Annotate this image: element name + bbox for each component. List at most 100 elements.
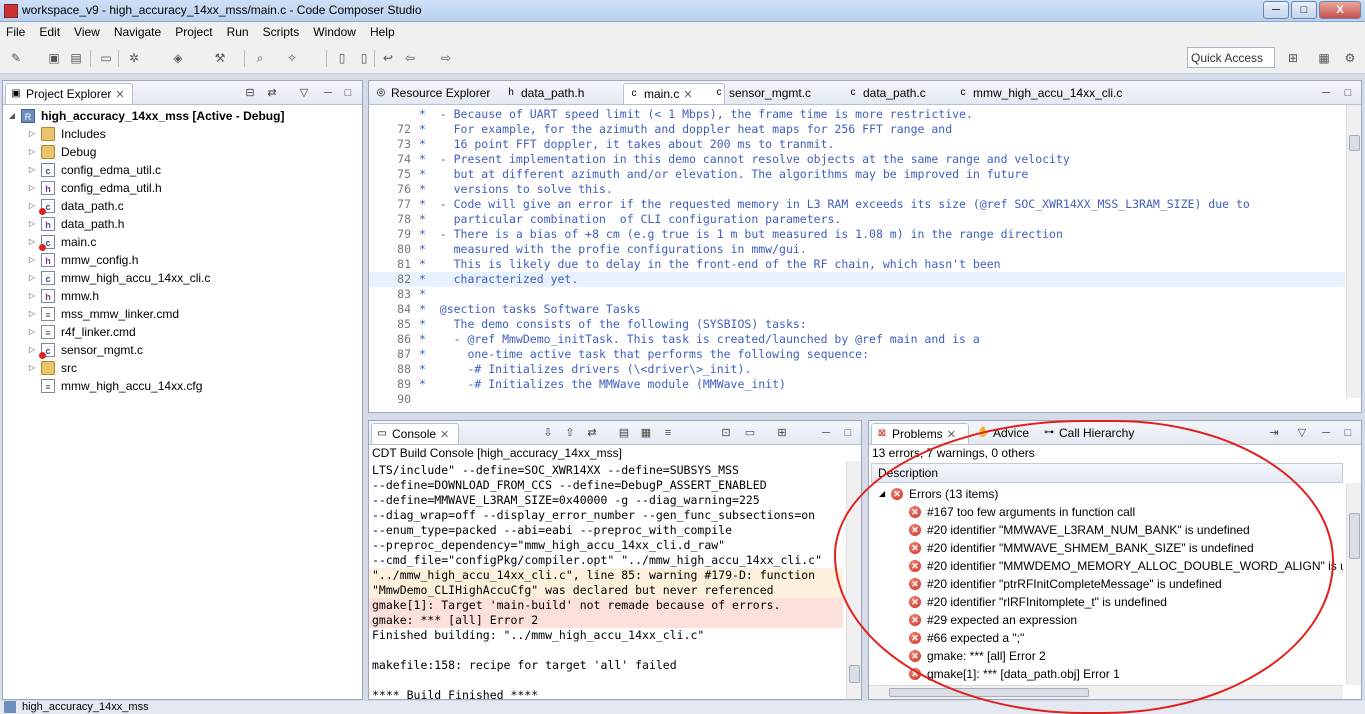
code-line[interactable]: 79 * - There is a bias of +8 cm (e.g true… [369, 227, 1345, 242]
last-edit-icon[interactable]: ↩ [380, 50, 396, 66]
tree-item[interactable]: ▷ h data_path.h [3, 215, 362, 233]
code-line[interactable]: 83 * [369, 287, 1345, 302]
tree-item[interactable]: ▷ Debug [3, 143, 362, 161]
tree-item[interactable]: ▷ c config_edma_util.c [3, 161, 362, 179]
tab-problems[interactable]: ⊠ Problems ✕ [871, 423, 969, 444]
pin-icon[interactable]: ▯ [334, 50, 350, 66]
tree-item[interactable]: ▷ src [3, 359, 362, 377]
code-line[interactable]: 86 * - @ref MmwDemo_initTask. This task i… [369, 332, 1345, 347]
code-line[interactable]: 84 * @section tasks Software Tasks [369, 302, 1345, 317]
problem-row[interactable]: ✕ #20 identifier "rlRFInitomplete_t" is u… [869, 593, 1343, 611]
minimize-view-icon[interactable]: ─ [321, 86, 335, 100]
maximize-button[interactable]: □ [1291, 1, 1317, 19]
close-icon[interactable]: ✕ [440, 429, 449, 441]
close-button[interactable]: X [1319, 1, 1361, 19]
view-menu-icon[interactable]: ▽ [297, 86, 311, 100]
terminal-icon[interactable]: ▭ [98, 50, 114, 66]
problem-row[interactable]: ✕ #66 expected a ";" [869, 629, 1343, 647]
open-perspective-icon[interactable]: ⊞ [1285, 50, 1301, 66]
tree-item[interactable]: ≡ mmw_high_accu_14xx.cfg [3, 377, 362, 395]
code-line[interactable]: 89 * -# Initializes the MMWave module (MM… [369, 377, 1345, 392]
tab-console[interactable]: ▭ Console ✕ [371, 423, 459, 444]
menu-run[interactable]: Run [227, 25, 249, 39]
save-all-icon[interactable]: ▤ [68, 50, 84, 66]
build-hammer-icon[interactable]: ⚒ [212, 50, 228, 66]
forward-arrow-icon[interactable]: ⇨ [438, 50, 454, 66]
code-line[interactable]: 81 * This is likely due to delay in the f… [369, 257, 1345, 272]
open-console-icon[interactable]: ⊞ [775, 426, 789, 440]
collapse-all-icon[interactable]: ⊟ [243, 86, 257, 100]
minimize-view-icon[interactable]: ─ [819, 426, 833, 440]
back-arrow-icon[interactable]: ⇦ [402, 50, 418, 66]
close-icon[interactable]: ✕ [683, 89, 692, 101]
problem-row[interactable]: ✕ #20 identifier "MMWAVE_SHMEM_BANK_SIZE"… [869, 539, 1343, 557]
search-icon[interactable]: ⌕ [252, 50, 268, 66]
code-line[interactable]: 77 * - Code will give an error if the req… [369, 197, 1345, 212]
code-line[interactable]: * - Because of UART speed limit (< 1 Mbp… [369, 107, 1345, 122]
console-scrollbar[interactable] [846, 461, 861, 699]
code-line[interactable]: 74 * - Present implementation in this dem… [369, 152, 1345, 167]
minimize-view-icon[interactable]: ─ [1319, 426, 1333, 440]
code-line[interactable]: 75 * but at different azimuth and/or elev… [369, 167, 1345, 182]
quick-access-input[interactable]: Quick Access [1187, 47, 1275, 68]
expand-arrow-icon[interactable]: ▷ [27, 179, 37, 197]
problem-row[interactable]: ✕ #29 expected an expression [869, 611, 1343, 629]
tree-item[interactable]: ▷ h mmw_config.h [3, 251, 362, 269]
perspective-edit-icon[interactable]: ▦ [1316, 50, 1332, 66]
menu-edit[interactable]: Edit [39, 25, 60, 39]
maximize-view-icon[interactable]: □ [341, 86, 355, 100]
expand-arrow-icon[interactable]: ▷ [27, 323, 37, 341]
focus-icon[interactable]: ⇥ [1267, 426, 1281, 440]
tab-advice[interactable]: ✋ Advice [973, 423, 1039, 444]
scroll-thumb[interactable] [1349, 135, 1360, 151]
editor-scrollbar[interactable] [1346, 105, 1361, 398]
view-menu-icon[interactable]: ▽ [1295, 426, 1309, 440]
tree-item[interactable]: ▷ Includes [3, 125, 362, 143]
problem-row[interactable]: ✕ gmake: *** [all] Error 2 [869, 647, 1343, 665]
link-editor-icon[interactable]: ⇄ [265, 86, 279, 100]
code-line[interactable]: 87 * one-time active task that performs t… [369, 347, 1345, 362]
menu-help[interactable]: Help [370, 25, 395, 39]
hscroll-thumb[interactable] [889, 688, 1089, 697]
expand-arrow-icon[interactable]: ▷ [27, 125, 37, 143]
minimize-view-icon[interactable]: ─ [1319, 86, 1333, 100]
debug-icon[interactable]: ✲ [126, 50, 142, 66]
problem-row[interactable]: ✕ #167 too few arguments in function call [869, 503, 1343, 521]
expand-arrow-icon[interactable]: ▷ [27, 287, 37, 305]
tree-item[interactable]: ▷ h config_edma_util.h [3, 179, 362, 197]
problem-row[interactable]: ✕ #20 identifier "ptrRFInitCompleteMessag… [869, 575, 1343, 593]
save-icon[interactable]: ▣ [46, 50, 62, 66]
description-column-header[interactable]: Description [871, 463, 1343, 483]
new-icon[interactable]: ✎ [8, 50, 24, 66]
problems-scrollbar[interactable] [1346, 483, 1361, 685]
menu-window[interactable]: Window [313, 25, 356, 39]
tab-cli-c[interactable]: c mmw_high_accu_14xx_cli.c [953, 83, 1123, 104]
problem-row[interactable]: ✕ #20 identifier "MMWDEMO_MEMORY_ALLOC_DO… [869, 557, 1343, 575]
tab-call-hierarchy[interactable]: ⊶ Call Hierarchy [1039, 423, 1139, 444]
page-icon[interactable]: ▯ [356, 50, 372, 66]
clear-console-icon[interactable]: ▦ [639, 426, 653, 440]
menu-navigate[interactable]: Navigate [114, 25, 161, 39]
next-error-icon[interactable]: ⇩ [541, 426, 555, 440]
minimize-button[interactable]: ─ [1263, 1, 1289, 19]
flash-icon[interactable]: ◈ [170, 50, 186, 66]
maximize-view-icon[interactable]: □ [1341, 86, 1355, 100]
tree-item[interactable]: ▷ c sensor_mgmt.c [3, 341, 362, 359]
tree-item[interactable]: ▷ c main.c [3, 233, 362, 251]
pin-console-icon[interactable]: ⊡ [719, 426, 733, 440]
expand-arrow-icon[interactable]: ▷ [27, 251, 37, 269]
maximize-view-icon[interactable]: □ [841, 426, 855, 440]
problem-row[interactable]: ✕ gmake[1]: *** [data_path.obj] Error 1 [869, 665, 1343, 683]
problem-row[interactable]: ✕ #20 identifier "MMWAVE_L3RAM_NUM_BANK" … [869, 521, 1343, 539]
tab-data-path-c[interactable]: c data_path.c [843, 83, 943, 104]
tree-item[interactable]: ▷ c data_path.c [3, 197, 362, 215]
menu-view[interactable]: View [74, 25, 100, 39]
tree-item[interactable]: ▷ c mmw_high_accu_14xx_cli.c [3, 269, 362, 287]
expand-arrow-icon[interactable]: ▷ [27, 197, 37, 215]
tree-item[interactable]: ▷ ≡ r4f_linker.cmd [3, 323, 362, 341]
expand-arrow-icon[interactable]: ▷ [27, 215, 37, 233]
menu-project[interactable]: Project [175, 25, 212, 39]
prev-error-icon[interactable]: ⇧ [563, 426, 577, 440]
expand-arrow-icon[interactable]: ▷ [27, 269, 37, 287]
expand-arrow-icon[interactable]: ▷ [27, 305, 37, 323]
